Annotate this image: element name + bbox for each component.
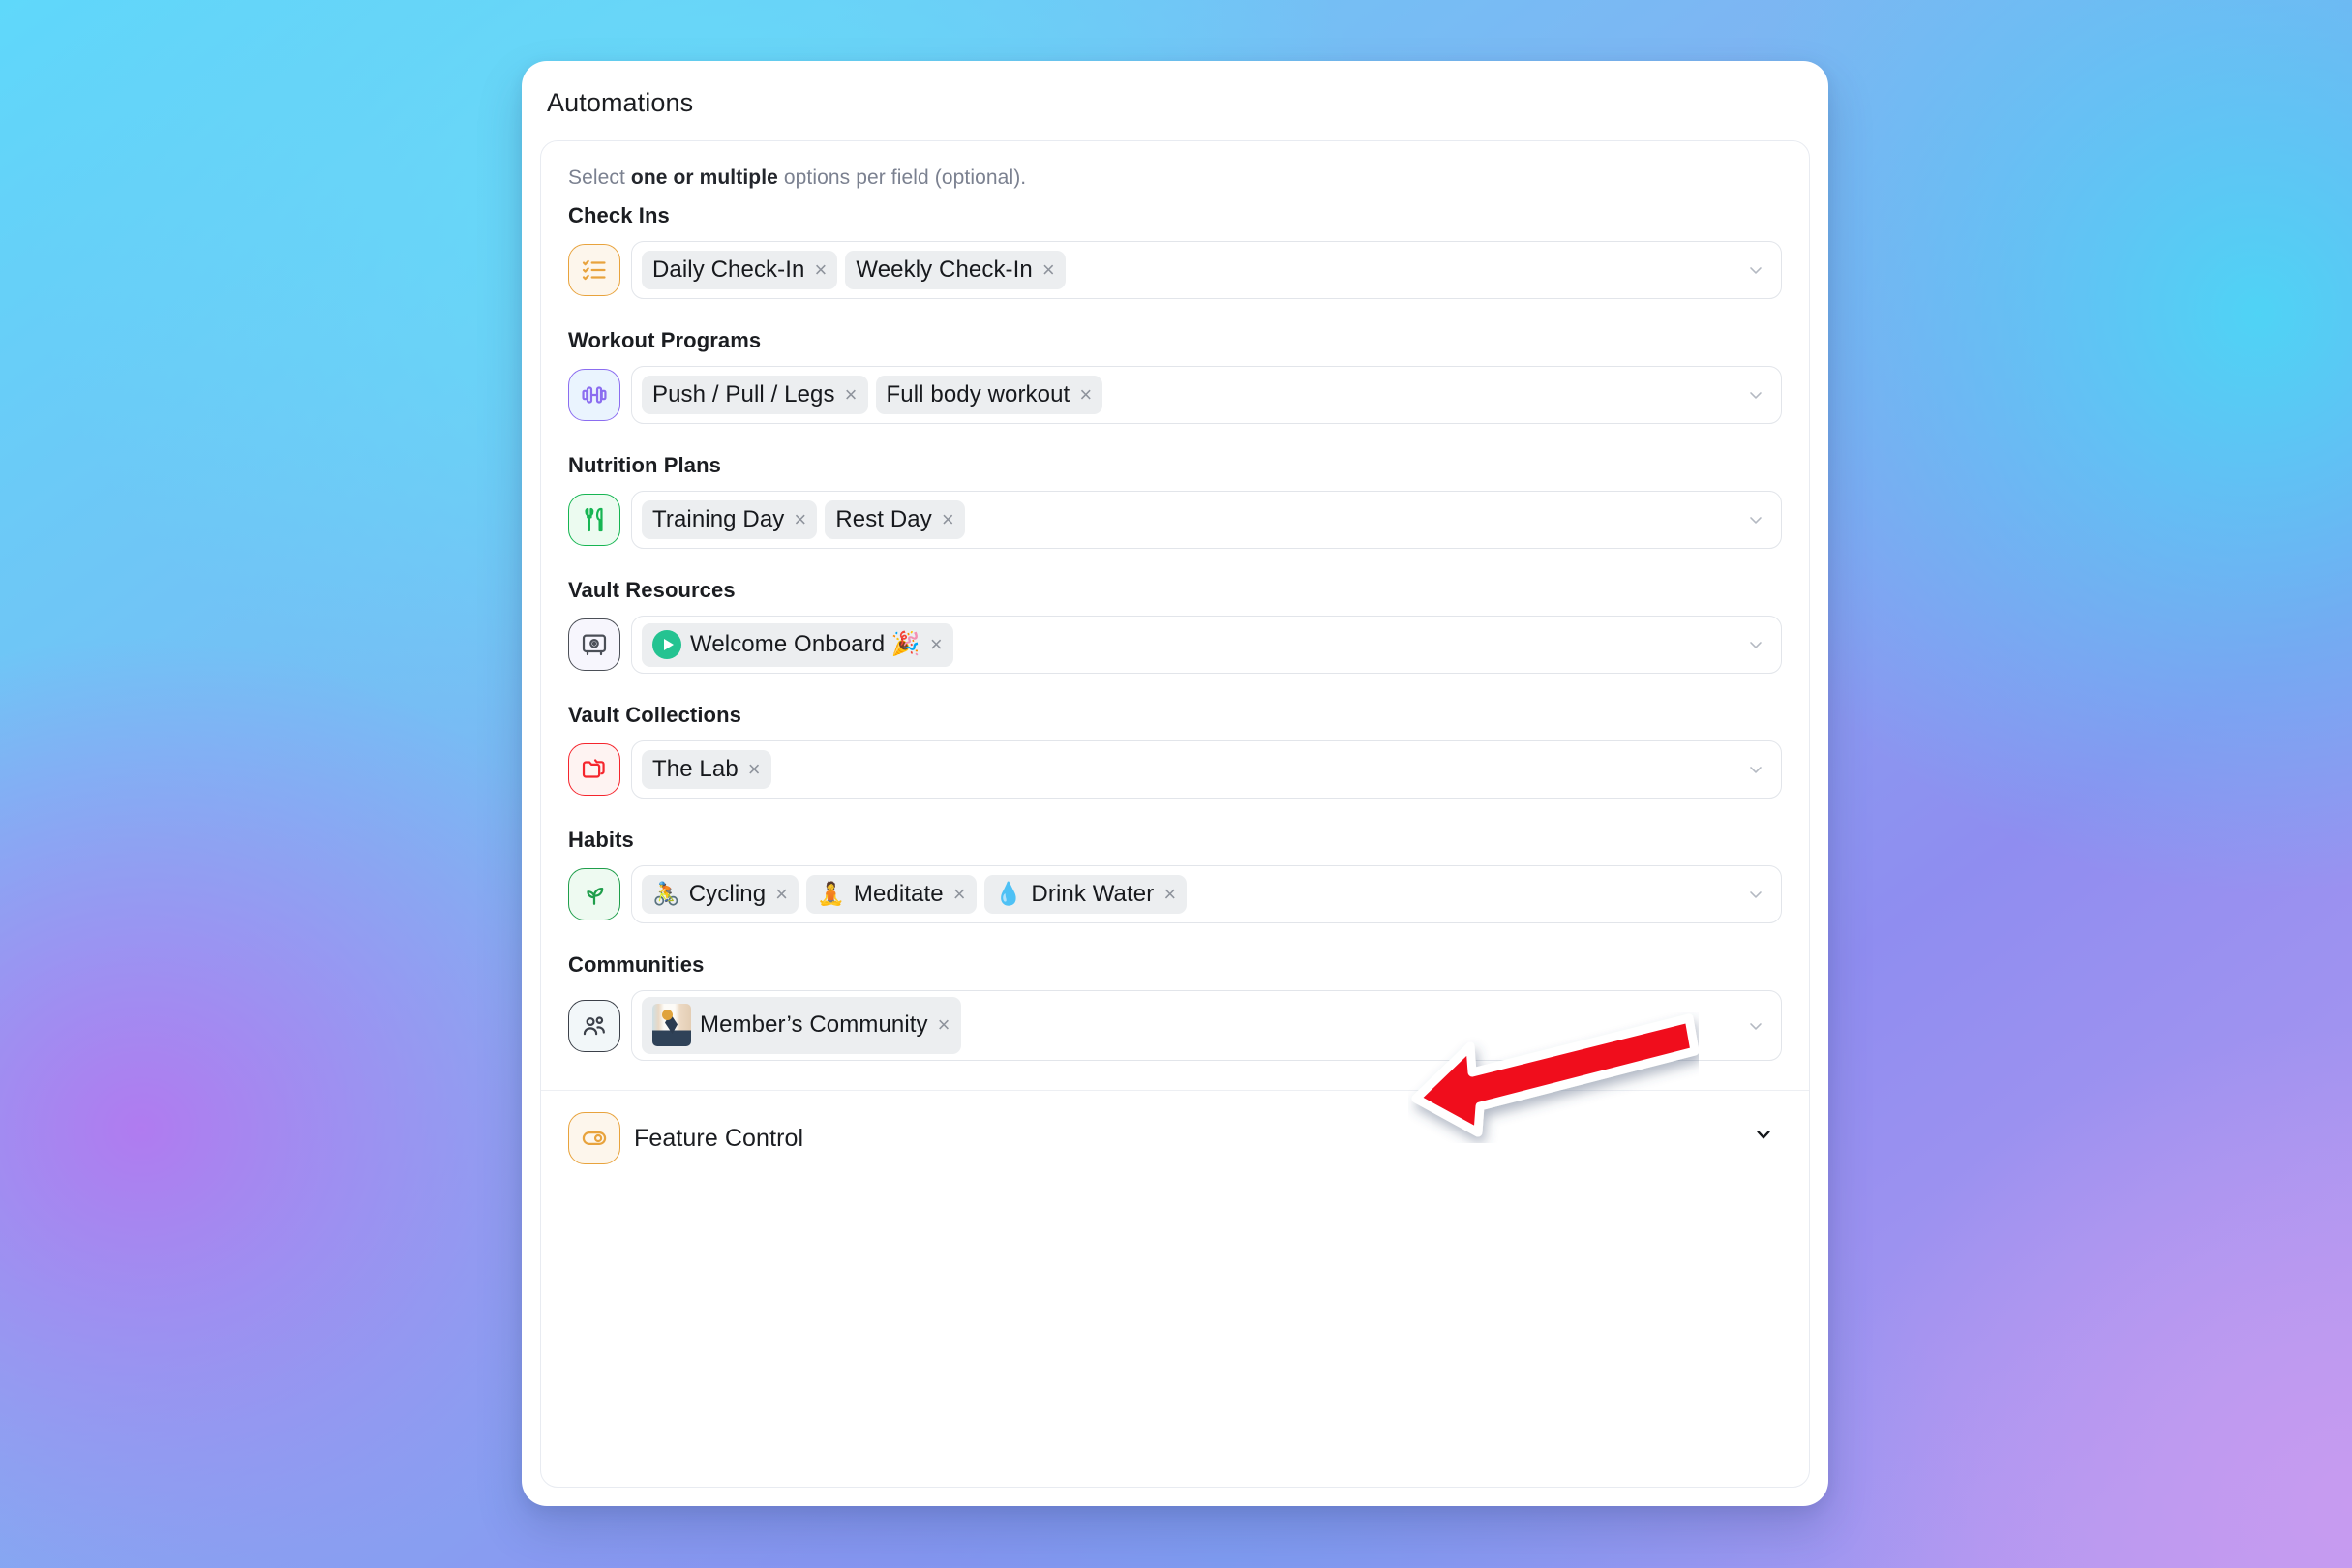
chevron-down-icon[interactable]: [1746, 635, 1765, 654]
field-row: Welcome Onboard 🎉 ×: [568, 616, 1782, 674]
chip[interactable]: Push / Pull / Legs ×: [642, 375, 868, 415]
chip[interactable]: Daily Check-In ×: [642, 250, 838, 290]
chip-label: Member’s Community: [700, 1011, 928, 1039]
chip-emoji: 🚴: [652, 881, 680, 906]
chip-label: The Lab: [652, 755, 739, 782]
utensils-icon: [568, 494, 620, 546]
field-vault-resources: Vault Resources Welcome Onboard 🎉 ×: [568, 578, 1782, 674]
fields-list: Check Ins Daily Check-In × Weekly Check-In ×…: [568, 203, 1782, 1061]
field-label: Check Ins: [568, 203, 670, 227]
chip-emoji: 💧: [994, 881, 1023, 906]
field-row: The Lab ×: [568, 740, 1782, 799]
chip[interactable]: 💧 Drink Water ×: [983, 874, 1188, 915]
chip[interactable]: The Lab ×: [642, 749, 771, 790]
automations-card: Automations Select one or multiple optio…: [522, 61, 1828, 1506]
feature-control-row[interactable]: Feature Control: [541, 1090, 1809, 1164]
vault-icon: [568, 618, 620, 671]
chip-remove-icon[interactable]: ×: [1163, 883, 1176, 905]
sprout-icon: [568, 868, 620, 920]
multiselect-field[interactable]: 🚴 Cycling × 🧘 Meditate × 💧 Drink Water ×: [631, 865, 1782, 923]
checklist-icon: [568, 244, 620, 296]
automations-panel: Select one or multiple options per field…: [540, 140, 1810, 1488]
chip-remove-icon[interactable]: ×: [794, 508, 806, 530]
field-label: Communities: [568, 952, 705, 977]
chevron-down-icon[interactable]: [1746, 760, 1765, 779]
chip[interactable]: Full body workout ×: [875, 375, 1103, 415]
folders-icon: [568, 743, 620, 796]
helper-text-emphasis: one or multiple: [630, 166, 778, 189]
field-label: Habits: [568, 828, 634, 852]
chip-remove-icon[interactable]: ×: [938, 1014, 950, 1036]
play-icon[interactable]: [652, 629, 681, 659]
chip-label: Drink Water: [1031, 880, 1155, 907]
multiselect-field[interactable]: Member’s Community ×: [631, 990, 1782, 1061]
chip-label: Training Day: [652, 505, 785, 532]
multiselect-field[interactable]: Welcome Onboard 🎉 ×: [631, 616, 1782, 674]
field-label: Vault Collections: [568, 703, 741, 727]
helper-text-prefix: Select: [568, 166, 631, 189]
chip-remove-icon[interactable]: ×: [814, 258, 827, 281]
chip-remove-icon[interactable]: ×: [775, 883, 788, 905]
chip[interactable]: 🧘 Meditate ×: [806, 874, 977, 915]
chip[interactable]: Training Day ×: [642, 499, 818, 540]
chip[interactable]: Member’s Community ×: [642, 997, 961, 1054]
chevron-down-icon[interactable]: [1746, 510, 1765, 529]
toggle-switch-icon: [568, 1112, 620, 1164]
multiselect-field[interactable]: Daily Check-In × Weekly Check-In ×: [631, 241, 1782, 299]
field-nutrition-plans: Nutrition Plans Training Day × Rest Day ×: [568, 453, 1782, 549]
field-row: Daily Check-In × Weekly Check-In ×: [568, 241, 1782, 299]
chip[interactable]: Weekly Check-In ×: [845, 250, 1066, 290]
field-label: Nutrition Plans: [568, 453, 721, 477]
chip-remove-icon[interactable]: ×: [953, 883, 966, 905]
field-workout-programs: Workout Programs Push / Pull / Legs × Full …: [568, 328, 1782, 424]
multiselect-field[interactable]: Training Day × Rest Day ×: [631, 491, 1782, 549]
chip-remove-icon[interactable]: ×: [1079, 383, 1092, 406]
field-row: 🚴 Cycling × 🧘 Meditate × 💧 Drink Water ×: [568, 865, 1782, 923]
chevron-down-icon[interactable]: [1746, 1016, 1765, 1036]
field-label: Vault Resources: [568, 578, 736, 602]
chip-label: Cycling: [688, 880, 767, 907]
chip[interactable]: Welcome Onboard 🎉 ×: [642, 622, 953, 667]
field-row: Push / Pull / Legs × Full body workout ×: [568, 366, 1782, 424]
chevron-down-icon[interactable]: [1753, 1124, 1774, 1150]
chip-label: Meditate: [853, 880, 944, 907]
chip-label: Full body workout: [886, 380, 1070, 407]
field-row: Training Day × Rest Day ×: [568, 491, 1782, 549]
field-communities: Communities Member’s Community ×: [568, 952, 1782, 1061]
chip-remove-icon[interactable]: ×: [748, 758, 761, 780]
field-habits: Habits 🚴 Cycling × 🧘 Meditate × 💧 Drink Water ×: [568, 828, 1782, 923]
multiselect-field[interactable]: Push / Pull / Legs × Full body workout ×: [631, 366, 1782, 424]
helper-text-suffix: options per field (optional).: [777, 166, 1027, 189]
community-thumbnail: [652, 1004, 691, 1046]
field-vault-collections: Vault Collections The Lab ×: [568, 703, 1782, 799]
field-check-ins: Check Ins Daily Check-In × Weekly Check-In ×: [568, 203, 1782, 299]
chip-remove-icon[interactable]: ×: [845, 383, 858, 406]
chip-remove-icon[interactable]: ×: [942, 508, 954, 530]
chip-remove-icon[interactable]: ×: [1042, 258, 1055, 281]
field-row: Member’s Community ×: [568, 990, 1782, 1061]
chip-emoji: 🧘: [817, 881, 845, 906]
feature-control-label: Feature Control: [634, 1124, 804, 1152]
users-group-icon: [568, 999, 620, 1052]
dumbbell-icon: [568, 369, 620, 421]
chip[interactable]: Rest Day ×: [825, 499, 965, 540]
chip[interactable]: 🚴 Cycling ×: [642, 874, 799, 915]
page-title: Automations: [547, 88, 694, 117]
chevron-down-icon[interactable]: [1746, 260, 1765, 280]
field-label: Workout Programs: [568, 328, 762, 352]
chip-label: Weekly Check-In: [856, 256, 1033, 283]
chevron-down-icon[interactable]: [1746, 885, 1765, 904]
chip-label: Rest Day: [835, 505, 932, 532]
chip-remove-icon[interactable]: ×: [930, 633, 943, 655]
chevron-down-icon[interactable]: [1746, 385, 1765, 405]
multiselect-field[interactable]: The Lab ×: [631, 740, 1782, 799]
chip-label: Daily Check-In: [652, 256, 805, 283]
helper-text: Select one or multiple options per field…: [568, 166, 1782, 190]
chip-label: Welcome Onboard 🎉: [690, 630, 920, 657]
chip-label: Push / Pull / Legs: [652, 380, 835, 407]
